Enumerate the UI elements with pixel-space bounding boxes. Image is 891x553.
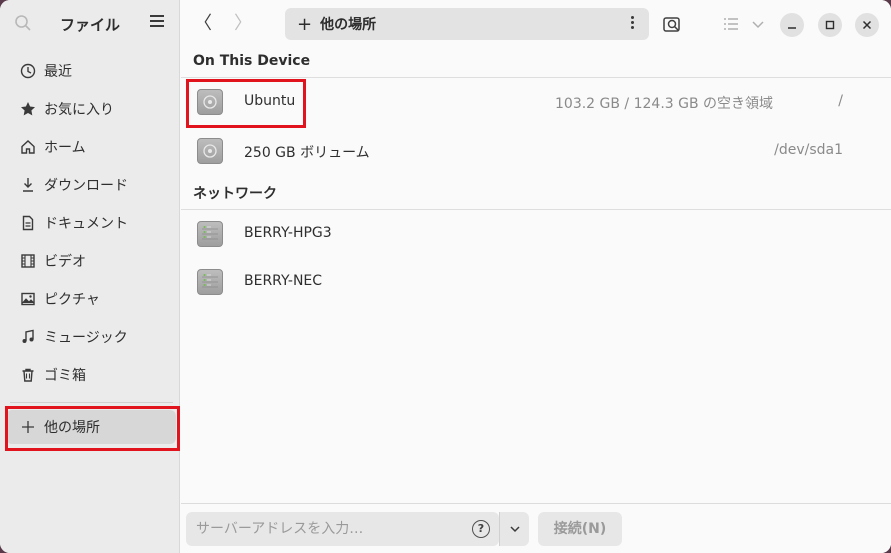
- music-icon: [18, 329, 38, 345]
- server-address-input[interactable]: [186, 512, 462, 546]
- sidebar-item-label: ビデオ: [44, 254, 86, 270]
- sidebar-item-label: お気に入り: [44, 102, 114, 118]
- back-button[interactable]: 〈: [191, 12, 215, 36]
- sidebar-item-recent[interactable]: 最近: [6, 54, 176, 88]
- sidebar-item-label: ゴミ箱: [44, 368, 86, 384]
- list-item[interactable]: BERRY-NEC: [181, 258, 891, 306]
- sidebar-item-videos[interactable]: ビデオ: [6, 244, 176, 278]
- help-icon[interactable]: ?: [472, 520, 490, 538]
- list-item[interactable]: BERRY-HPG3: [181, 210, 891, 258]
- sidebar-item-documents[interactable]: ドキュメント: [6, 206, 176, 240]
- server-icon: [197, 269, 223, 295]
- close-button[interactable]: [855, 13, 879, 37]
- forward-button[interactable]: 〉: [231, 12, 255, 36]
- device-mount-path: /dev/sda1: [774, 142, 843, 158]
- list-view-icon[interactable]: [720, 13, 742, 35]
- search-icon[interactable]: [661, 13, 683, 35]
- connect-button[interactable]: 接続(N): [538, 512, 622, 546]
- header-bar: 〈 〉 + 他の場所: [181, 0, 891, 48]
- maximize-button[interactable]: [818, 13, 842, 37]
- network-host-name: BERRY-HPG3: [244, 225, 332, 241]
- plus-icon: +: [297, 13, 313, 35]
- sidebar-item-label: ホーム: [44, 140, 86, 156]
- download-icon: [18, 177, 38, 193]
- section-heading-device: On This Device: [193, 53, 311, 69]
- star-icon: [18, 101, 38, 117]
- sidebar-divider: [10, 402, 173, 403]
- sidebar: ファイル 最近 お気に入り ホーム ダウンロード ドキュメント ビデオ ピクチャ…: [0, 0, 180, 553]
- hamburger-menu-icon[interactable]: [150, 15, 164, 29]
- sidebar-item-label: ピクチャ: [44, 292, 100, 308]
- sidebar-item-pictures[interactable]: ピクチャ: [6, 282, 176, 316]
- location-label: 他の場所: [320, 17, 377, 33]
- minimize-button[interactable]: [780, 13, 804, 37]
- home-icon: [18, 139, 38, 155]
- highlight-box-other-locations: [5, 406, 180, 451]
- device-free-space: 103.2 GB / 124.3 GB の空き領域: [555, 96, 774, 112]
- recent-servers-dropdown[interactable]: [499, 512, 529, 546]
- sidebar-header: ファイル: [0, 0, 180, 48]
- sidebar-item-label: ダウンロード: [44, 178, 128, 194]
- network-host-name: BERRY-NEC: [244, 273, 323, 289]
- clock-icon: [18, 63, 38, 79]
- server-icon: [197, 221, 223, 247]
- sidebar-item-label: 最近: [44, 64, 72, 80]
- picture-icon: [18, 291, 38, 307]
- section-heading-network: ネットワーク: [193, 186, 277, 202]
- connect-to-server-bar: ? 接続(N): [181, 503, 891, 553]
- sidebar-item-home[interactable]: ホーム: [6, 130, 176, 164]
- chevron-down-icon[interactable]: [747, 13, 769, 35]
- sidebar-item-trash[interactable]: ゴミ箱: [6, 358, 176, 392]
- file-manager-window: ファイル 最近 お気に入り ホーム ダウンロード ドキュメント ビデオ ピクチャ…: [0, 0, 891, 553]
- disk-icon: [197, 138, 223, 164]
- sidebar-item-label: ミュージック: [44, 330, 128, 346]
- sidebar-item-label: ドキュメント: [44, 216, 128, 232]
- more-options-icon[interactable]: [631, 16, 635, 32]
- list-item[interactable]: 250 GB ボリューム /dev/sda1: [181, 127, 891, 175]
- sidebar-item-favorites[interactable]: お気に入り: [6, 92, 176, 126]
- trash-icon: [18, 367, 38, 383]
- chevron-down-icon: [509, 526, 520, 533]
- location-bar[interactable]: + 他の場所: [285, 8, 649, 40]
- highlight-box-ubuntu: [186, 79, 306, 128]
- device-name: 250 GB ボリューム: [244, 145, 370, 161]
- sidebar-item-music[interactable]: ミュージック: [6, 320, 176, 354]
- document-icon: [18, 215, 38, 231]
- server-address-field: ?: [186, 512, 499, 546]
- film-icon: [18, 253, 38, 269]
- sidebar-item-downloads[interactable]: ダウンロード: [6, 168, 176, 202]
- device-mount-path: /: [838, 93, 843, 109]
